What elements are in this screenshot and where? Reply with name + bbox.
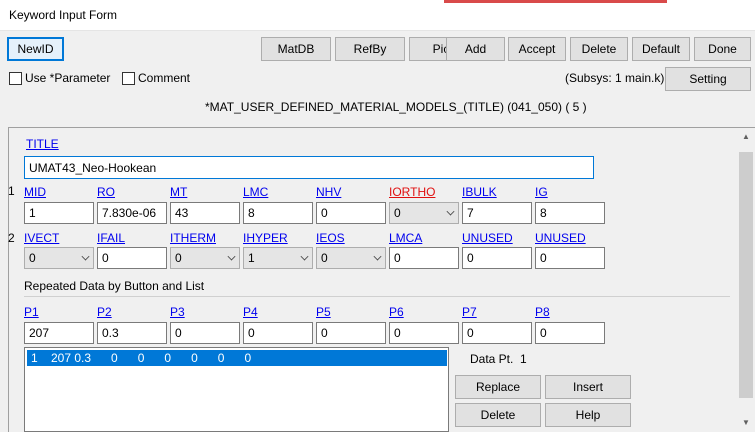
ro-input[interactable]: 7.830e-06: [97, 202, 167, 224]
nhv-label[interactable]: NHV: [316, 185, 341, 199]
help-button[interactable]: Help: [545, 403, 631, 427]
subsys-label: (Subsys: 1 main.k): [565, 71, 665, 85]
p8-input[interactable]: 0: [535, 322, 605, 344]
itherm-value: 0: [175, 251, 182, 265]
replace-button[interactable]: Replace: [455, 375, 541, 399]
p2-input[interactable]: 0.3: [97, 322, 167, 344]
lmc-label[interactable]: LMC: [243, 185, 268, 199]
ifail-label[interactable]: IFAIL: [97, 231, 125, 245]
p4-label[interactable]: P4: [243, 305, 258, 319]
mid-input[interactable]: 1: [24, 202, 94, 224]
iortho-select[interactable]: 0: [389, 202, 459, 224]
mid-label[interactable]: MID: [24, 185, 46, 199]
data-pt-value: 1: [520, 352, 527, 366]
window-title: Keyword Input Form: [9, 8, 118, 22]
unused-input-2[interactable]: 0: [535, 247, 605, 269]
p6-label[interactable]: P6: [389, 305, 404, 319]
background-window-strip: [444, 0, 667, 3]
keyword-heading: *MAT_USER_DEFINED_MATERIAL_MODELS_(TITLE…: [205, 100, 587, 114]
mt-label[interactable]: MT: [170, 185, 187, 199]
p5-label[interactable]: P5: [316, 305, 331, 319]
ibulk-label[interactable]: IBULK: [462, 185, 497, 199]
ivect-value: 0: [29, 251, 36, 265]
p2-label[interactable]: P2: [97, 305, 112, 319]
lmca-label[interactable]: LMCA: [389, 231, 422, 245]
chevron-down-icon: [227, 252, 236, 261]
title-input[interactable]: UMAT43_Neo-Hookean: [24, 156, 594, 179]
ivect-select[interactable]: 0: [24, 247, 94, 269]
iortho-label[interactable]: IORTHO: [389, 185, 435, 199]
chevron-down-icon: [300, 252, 309, 261]
itherm-label[interactable]: ITHERM: [170, 231, 216, 245]
ihyper-select[interactable]: 1: [243, 247, 313, 269]
ieos-value: 0: [321, 251, 328, 265]
p4-input[interactable]: 0: [243, 322, 313, 344]
list-delete-button[interactable]: Delete: [455, 403, 541, 427]
p7-input[interactable]: 0: [462, 322, 532, 344]
chevron-up-icon[interactable]: ▲: [737, 128, 755, 146]
chevron-down-icon: [81, 252, 90, 261]
p1-input[interactable]: 207: [24, 322, 94, 344]
done-button[interactable]: Done: [694, 37, 751, 61]
ivect-label[interactable]: IVECT: [24, 231, 59, 245]
p1-label[interactable]: P1: [24, 305, 39, 319]
mt-input[interactable]: 43: [170, 202, 240, 224]
use-parameter-checkbox[interactable]: [9, 72, 22, 85]
card1-row-number: 1: [8, 184, 15, 198]
nhv-input[interactable]: 0: [316, 202, 386, 224]
lmc-input[interactable]: 8: [243, 202, 313, 224]
ieos-select[interactable]: 0: [316, 247, 386, 269]
unused-input-1[interactable]: 0: [462, 247, 532, 269]
section-divider: [24, 296, 730, 297]
window-titlebar: Keyword Input Form: [0, 0, 755, 31]
repeated-data-heading: Repeated Data by Button and List: [24, 279, 205, 293]
comment-checkbox[interactable]: [122, 72, 135, 85]
repeated-data-list[interactable]: 1 207 0.3 0 0 0 0 0 0: [24, 347, 449, 432]
refby-button[interactable]: RefBy: [335, 37, 405, 61]
delete-button[interactable]: Delete: [570, 37, 628, 61]
insert-button[interactable]: Insert: [545, 375, 631, 399]
itherm-select[interactable]: 0: [170, 247, 240, 269]
chevron-down-icon: [373, 252, 382, 261]
setting-button[interactable]: Setting: [665, 67, 751, 91]
data-pt-label: Data Pt.: [470, 352, 514, 366]
list-item[interactable]: 1 207 0.3 0 0 0 0 0 0: [27, 350, 447, 366]
p3-input[interactable]: 0: [170, 322, 240, 344]
card2-row-number: 2: [8, 231, 15, 245]
add-button[interactable]: Add: [446, 37, 505, 61]
p3-label[interactable]: P3: [170, 305, 185, 319]
ihyper-label[interactable]: IHYPER: [243, 231, 288, 245]
unused-label-1[interactable]: UNUSED: [462, 231, 513, 245]
default-button[interactable]: Default: [632, 37, 690, 61]
title-field-label[interactable]: TITLE: [26, 137, 59, 151]
chevron-down-icon[interactable]: ▼: [737, 414, 755, 432]
p5-input[interactable]: 0: [316, 322, 386, 344]
p6-input[interactable]: 0: [389, 322, 459, 344]
p7-label[interactable]: P7: [462, 305, 477, 319]
accept-button[interactable]: Accept: [508, 37, 566, 61]
ro-label[interactable]: RO: [97, 185, 115, 199]
use-parameter-label: Use *Parameter: [25, 71, 111, 85]
ifail-input[interactable]: 0: [97, 247, 167, 269]
newid-button[interactable]: NewID: [7, 37, 64, 61]
ig-input[interactable]: 8: [535, 202, 605, 224]
comment-label: Comment: [138, 71, 191, 85]
matdb-button[interactable]: MatDB: [261, 37, 331, 61]
ibulk-input[interactable]: 7: [462, 202, 532, 224]
ig-label[interactable]: IG: [535, 185, 548, 199]
chevron-down-icon: [446, 207, 455, 216]
scrollbar-thumb[interactable]: [739, 152, 753, 398]
iortho-value: 0: [394, 206, 401, 220]
ihyper-value: 1: [248, 251, 255, 265]
lmca-input[interactable]: 0: [389, 247, 459, 269]
unused-label-2[interactable]: UNUSED: [535, 231, 586, 245]
vertical-scrollbar[interactable]: ▲ ▼: [737, 128, 755, 432]
ieos-label[interactable]: IEOS: [316, 231, 345, 245]
p8-label[interactable]: P8: [535, 305, 550, 319]
